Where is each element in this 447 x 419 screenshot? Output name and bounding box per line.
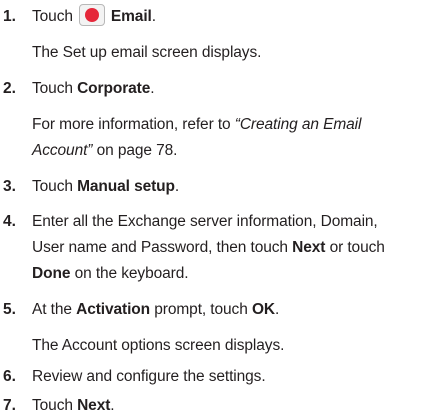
step-number: 2. xyxy=(3,80,16,97)
step-number: 7. xyxy=(3,397,16,414)
step-text: prompt, touch xyxy=(150,301,252,318)
step-instruction: Touch Manual setup. xyxy=(32,174,444,200)
step-text: . xyxy=(151,8,156,25)
step-emphasis: Next xyxy=(77,397,111,414)
step-number: 3. xyxy=(3,178,16,195)
step-body: Enter all the Exchange server informatio… xyxy=(32,209,444,287)
step-result: The Set up email screen displays. xyxy=(32,44,262,61)
step-number: 6. xyxy=(3,368,16,385)
instruction-list: 1. Touch Email. The Set up email screen d… xyxy=(0,0,447,417)
step-text: or touch xyxy=(325,239,385,256)
reference-page: on page 78. xyxy=(92,142,178,159)
step-body: Review and configure the settings. xyxy=(32,364,444,390)
step-instruction: Touch Email. xyxy=(32,4,444,30)
step-text: . xyxy=(150,80,155,97)
step-instruction-cont: User name and Password, then touch Next … xyxy=(32,235,444,261)
step-emphasis: Manual setup xyxy=(77,178,175,195)
step-emphasis: Activation xyxy=(76,301,151,318)
step-number: 5. xyxy=(3,301,16,318)
step-emphasis: Next xyxy=(292,239,326,256)
step-emphasis: Email xyxy=(110,8,152,25)
step-body: Touch Email. The Set up email screen disp… xyxy=(32,4,444,66)
step-reference: For more information, refer to “Creating… xyxy=(32,112,444,138)
email-app-icon xyxy=(78,4,105,26)
step-text: Touch xyxy=(32,8,73,25)
step-body: Touch Corporate. For more information, r… xyxy=(32,76,444,164)
step-instruction: Enter all the Exchange server informatio… xyxy=(32,213,378,230)
step-body: Touch Manual setup. xyxy=(32,174,444,200)
reference-title: Account” xyxy=(32,142,93,159)
step-emphasis: Corporate xyxy=(77,80,151,97)
reference-title: “Creating an Email xyxy=(234,116,362,133)
step-number: 1. xyxy=(3,8,16,25)
step-text: At the xyxy=(32,301,77,318)
step-result: The Account options screen displays. xyxy=(32,337,285,354)
step-body: Touch Next. xyxy=(32,393,444,419)
step-text: User name and Password, then touch xyxy=(32,239,293,256)
step-text: . xyxy=(275,301,280,318)
step-instruction: Review and configure the settings. xyxy=(32,368,266,385)
step-text: Touch xyxy=(32,80,78,97)
step-text: . xyxy=(110,397,115,414)
email-icon-circle xyxy=(84,8,99,22)
step-emphasis: OK xyxy=(251,301,275,318)
step-emphasis: Done xyxy=(32,265,71,282)
step-instruction: Touch Next. xyxy=(32,393,444,419)
step-instruction-cont: Done on the keyboard. xyxy=(32,261,444,287)
step-text: Touch xyxy=(32,178,78,195)
step-reference-cont: Account” on page 78. xyxy=(32,138,444,164)
step-text: on the keyboard. xyxy=(70,265,189,282)
step-instruction: At the Activation prompt, touch OK. xyxy=(32,297,444,323)
step-instruction: Touch Corporate. xyxy=(32,76,444,102)
step-text: Touch xyxy=(32,397,78,414)
step-body: At the Activation prompt, touch OK. The … xyxy=(32,297,444,359)
step-text: . xyxy=(174,178,180,195)
reference-text: For more information, refer to xyxy=(32,116,235,133)
step-number: 4. xyxy=(3,213,16,230)
